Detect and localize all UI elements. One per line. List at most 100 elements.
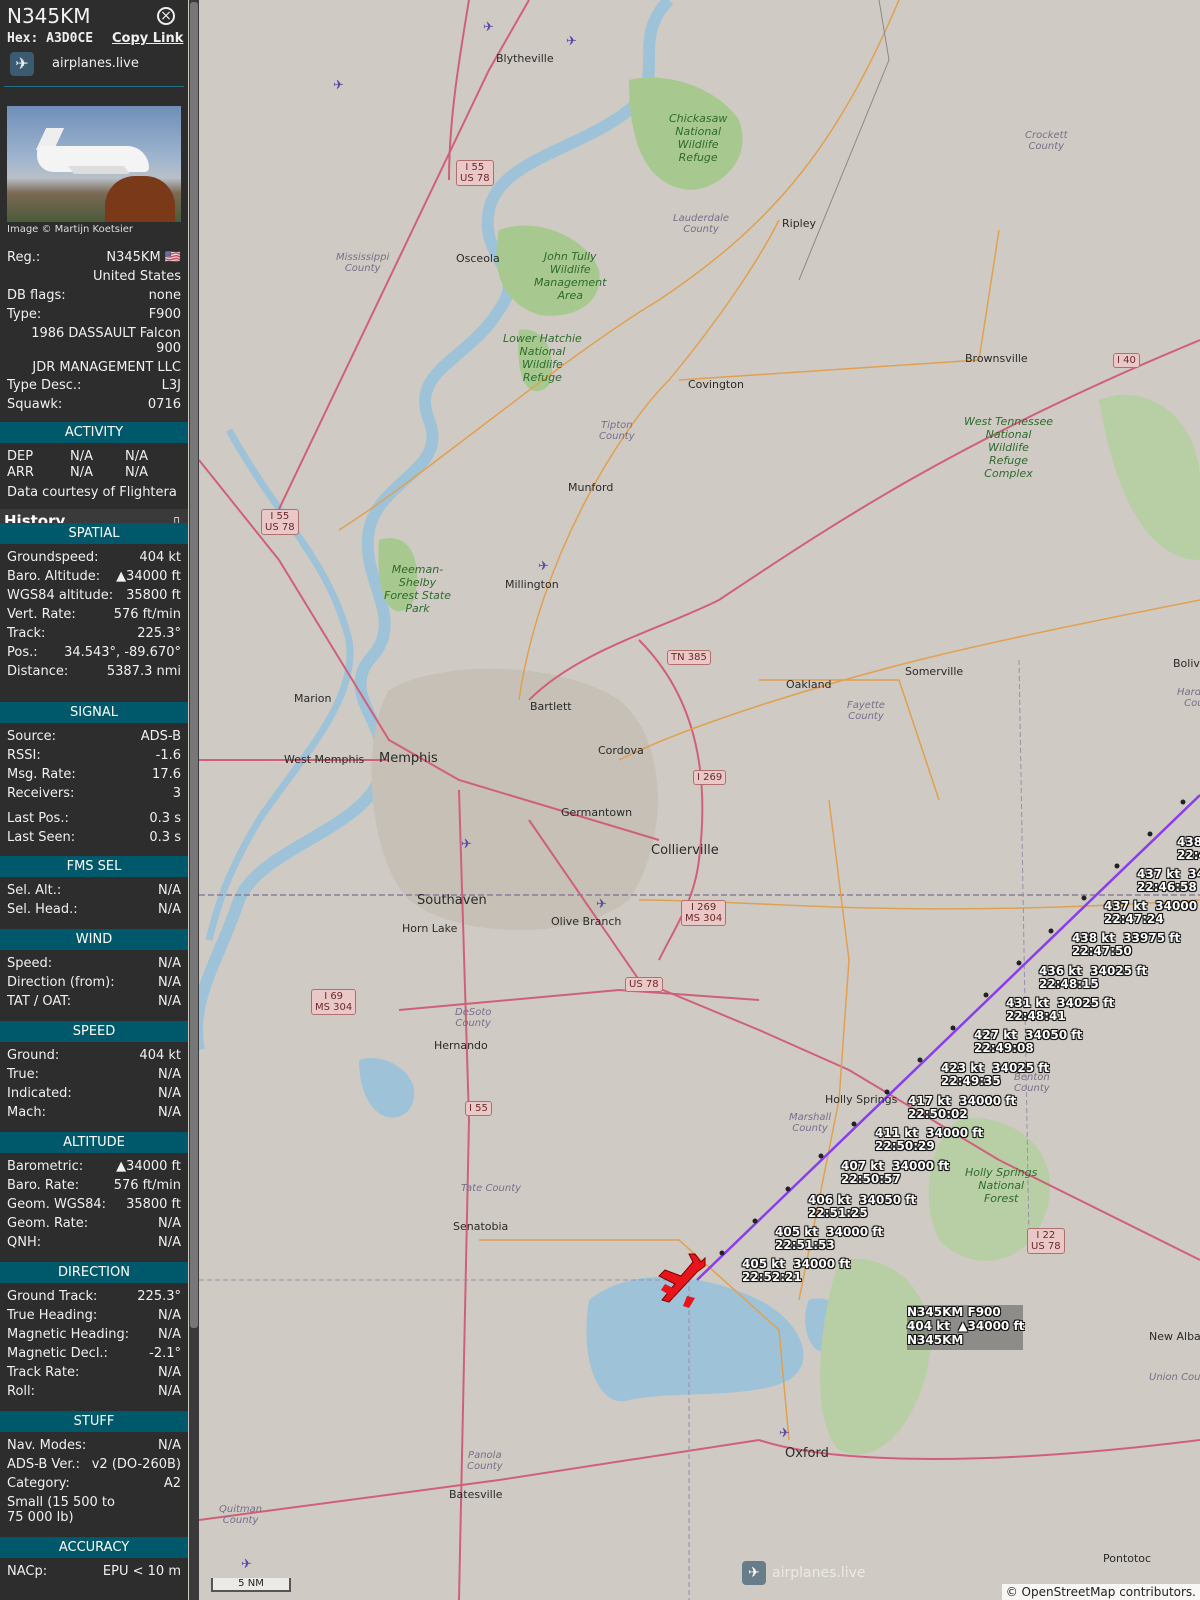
stat-key: TAT / OAT: [7, 994, 72, 1009]
airport-icon[interactable]: ✈ [483, 20, 494, 35]
stat-key: Vert. Rate: [7, 607, 76, 622]
airport-icon[interactable]: ✈ [538, 559, 549, 574]
county-label: Lauderdale County [673, 213, 730, 235]
flightera-link[interactable]: Flightera [119, 485, 177, 500]
stat-value: 404 kt [139, 550, 181, 565]
copy-link-button[interactable]: Copy Link [112, 31, 183, 46]
track-point[interactable] [785, 1186, 791, 1192]
track-point[interactable] [983, 992, 989, 998]
track-point[interactable] [1016, 960, 1022, 966]
airport-icon[interactable]: ✈ [461, 837, 472, 852]
track-point[interactable] [818, 1153, 824, 1159]
track-point[interactable] [851, 1121, 857, 1127]
stat-value: N/A [158, 1235, 181, 1250]
stat-key: Magnetic Decl.: [7, 1346, 108, 1361]
stat-value: N/A [158, 1384, 181, 1399]
place-label: Blytheville [496, 52, 554, 65]
scrollbar-thumb[interactable] [190, 2, 198, 1328]
track-point-label: 438 kt 33975 ft 22:47:50 [1072, 931, 1181, 958]
track-point[interactable] [752, 1218, 758, 1224]
stat-value: N/A [158, 994, 181, 1009]
county-label: Tate County [461, 1183, 522, 1194]
airplanes-live-logo-icon: ✈ [10, 52, 34, 76]
track-point[interactable] [1147, 831, 1153, 837]
place-label: Bartlett [530, 700, 572, 713]
stat-value: v2 (DO-260B) [91, 1457, 181, 1472]
place-label: Brownsville [965, 352, 1028, 365]
dep-time: N/A [125, 449, 148, 464]
place-label: Marion [294, 692, 332, 705]
park-label: West Tennessee National Wildlife Refuge … [964, 415, 1054, 480]
place-label: Holly Springs [825, 1093, 898, 1106]
airport-icon[interactable]: ✈ [333, 78, 344, 93]
track-point-label: 423 kt 34025 ft 22:49:35 [941, 1061, 1050, 1088]
track-point[interactable] [1180, 799, 1186, 805]
stat-value: N/A [158, 1438, 181, 1453]
stat-key: Roll: [7, 1384, 36, 1399]
source-name: airplanes.live [52, 56, 139, 71]
section-header-spatial: SPATIAL [0, 523, 188, 544]
dep-label: DEP [7, 449, 34, 464]
stat-value: 35800 ft [126, 588, 181, 603]
stat-value: 35800 ft [126, 1197, 181, 1212]
track-point[interactable] [1081, 895, 1087, 901]
county-label: Panola County [467, 1450, 503, 1472]
highway-shield: I 22 US 78 [1027, 1228, 1065, 1254]
highway-shield: US 78 [625, 977, 663, 992]
track-point[interactable] [950, 1025, 956, 1031]
place-label: Millington [505, 578, 559, 591]
info-key: Reg.: [7, 250, 41, 265]
airport-icon[interactable]: ✈ [596, 897, 607, 912]
track-point[interactable] [917, 1057, 923, 1063]
place-label: Senatobia [453, 1220, 509, 1233]
arr-label: ARR [7, 465, 34, 480]
stat-value: 576 ft/min [113, 607, 181, 622]
county-label: Marshall County [789, 1112, 832, 1134]
watermark: ✈ airplanes.live [742, 1561, 866, 1585]
info-row: United States [7, 269, 181, 284]
stat-value: N/A [158, 883, 181, 898]
map-view[interactable]: ✈ ✈ ✈ ✈ ✈ ✈ ✈ ✈ Blytheville Osceola Ripley Brownsv… [199, 0, 1200, 1600]
stat-key: Barometric: [7, 1159, 84, 1174]
stat-value: ▲34000 ft [116, 1159, 181, 1174]
track-point[interactable] [1114, 863, 1120, 869]
track-point-label: 436 kt 34025 ft 22:48:15 [1039, 964, 1148, 991]
track-point[interactable] [719, 1250, 725, 1256]
stat-value: 5387.3 nmi [106, 664, 181, 679]
stat-key: Nav. Modes: [7, 1438, 87, 1453]
place-label: West Memphis [284, 753, 365, 766]
airport-icon[interactable]: ✈ [241, 1557, 252, 1572]
stat-value: A2 [163, 1476, 181, 1491]
stat-key: Last Pos.: [7, 811, 69, 826]
info-value: N345KM 🇺🇸 [106, 250, 181, 265]
map-scale-bar: 5 NM [211, 1578, 291, 1592]
source-link[interactable]: ✈ airplanes.live [8, 52, 188, 78]
info-value: JDR MANAGEMENT LLC [32, 360, 181, 375]
info-value: none [148, 288, 181, 303]
stat-key: Magnetic Heading: [7, 1327, 130, 1342]
aircraft-photo[interactable] [7, 106, 181, 222]
airplanes-live-logo-icon: ✈ [742, 1561, 766, 1585]
stat-value: EPU < 10 m [102, 1564, 181, 1579]
stat-key: ADS-B Ver.: [7, 1457, 80, 1472]
place-label: Olive Branch [551, 915, 622, 928]
county-label: DeSoto County [455, 1007, 492, 1029]
county-label: Tipton County [599, 420, 635, 442]
stat-key: True: [7, 1067, 39, 1082]
highway-shield: I 55 [465, 1101, 492, 1116]
track-point[interactable] [1048, 928, 1054, 934]
stat-key: Track Rate: [7, 1365, 80, 1380]
airport-icon[interactable]: ✈ [566, 34, 577, 49]
stat-value: 3 [172, 786, 181, 801]
track-point-label: 437 kt 34000 22:47:24 [1104, 899, 1198, 926]
stat-value: N/A [158, 1327, 181, 1342]
map-attribution[interactable]: © OpenStreetMap contributors. [1001, 1584, 1200, 1600]
sidebar-header: N345KM × Hex: A3D0CE Copy Link ✈ airplan… [0, 0, 188, 110]
close-icon[interactable]: × [157, 7, 175, 25]
airport-icon[interactable]: ✈ [779, 1426, 790, 1441]
stat-key: Geom. WGS84: [7, 1197, 107, 1212]
stat-key: Ground Track: [7, 1289, 98, 1304]
stat-key: NACp: [7, 1564, 48, 1579]
track-point-label: 405 kt 34000 ft 22:52:21 [742, 1257, 851, 1284]
info-key: DB flags: [7, 288, 66, 303]
